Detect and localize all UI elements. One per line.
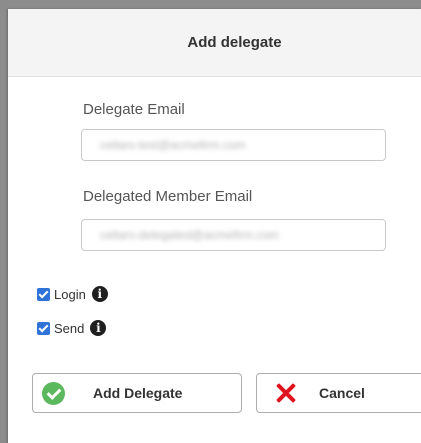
delegate-email-value: cellars-test@acmefirm.com [100, 138, 246, 152]
login-checkbox[interactable] [37, 287, 50, 301]
cancel-label: Cancel [319, 385, 365, 401]
cancel-button[interactable]: Cancel [256, 373, 421, 413]
add-delegate-label: Add Delegate [93, 385, 183, 401]
delegate-email-field[interactable]: cellars-test@acmefirm.com [81, 129, 386, 161]
send-permission: Send i [37, 320, 107, 336]
member-email-field[interactable]: cellars-delegated@acmefirm.com [81, 219, 386, 251]
check-circle-icon [42, 381, 65, 405]
member-email-label: Delegated Member Email [83, 188, 253, 205]
member-email-value: cellars-delegated@acmefirm.com [100, 228, 279, 242]
info-icon[interactable]: i [91, 286, 108, 302]
info-icon[interactable]: i [90, 320, 107, 336]
send-checkbox[interactable] [37, 321, 50, 335]
add-delegate-dialog: Add delegate Delegate Email cellars-test… [8, 9, 421, 443]
add-delegate-button[interactable]: Add Delegate [32, 373, 242, 413]
login-permission: Login i [37, 286, 108, 302]
send-label: Send [54, 320, 85, 336]
dialog-title: Add delegate [187, 34, 282, 51]
login-label: Login [54, 286, 86, 302]
dialog-header: Add delegate [8, 9, 421, 77]
delegate-email-label: Delegate Email [83, 101, 185, 118]
close-icon [275, 382, 297, 404]
